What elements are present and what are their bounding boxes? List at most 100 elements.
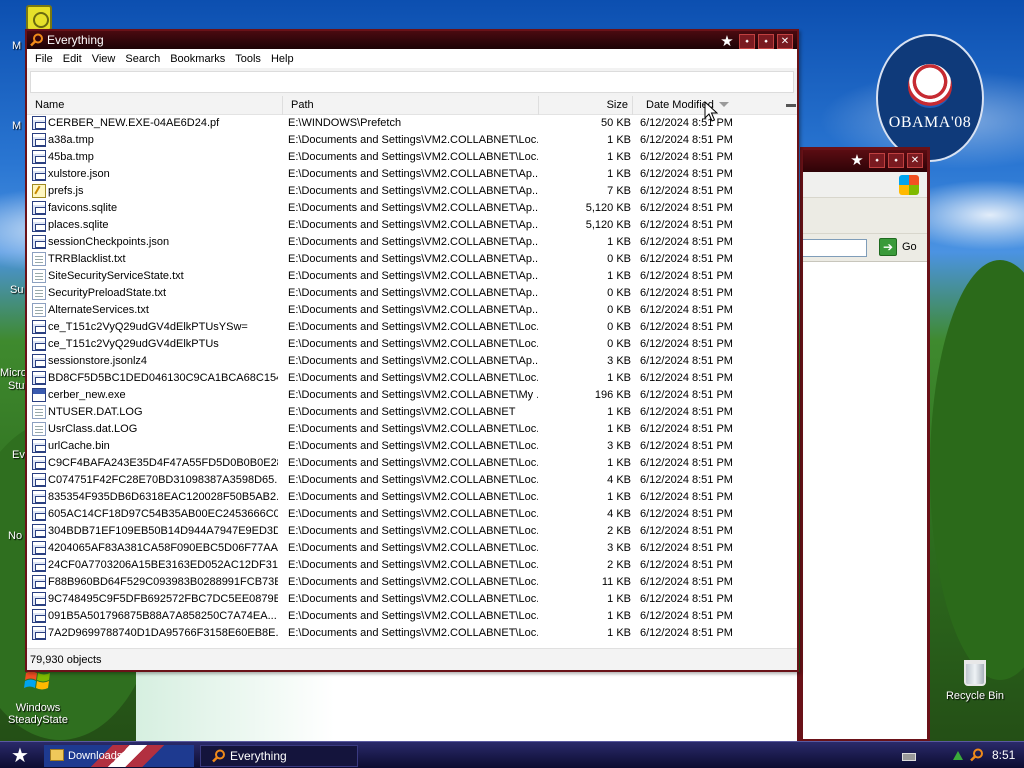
maximize-button[interactable]: ⬩ (758, 34, 774, 49)
results-list[interactable]: CERBER_NEW.EXE-04AE6D24.pf E:\WINDOWS\Pre… (27, 115, 783, 650)
file-name: 4204065AF83A381CA58F090EBC5D06F77AA... (48, 542, 278, 554)
menu-file[interactable]: File (31, 53, 59, 65)
background-browser-window[interactable]: ★ ⬩ ⬩ ✕ ➔ Go (800, 147, 930, 742)
magnifier-icon (30, 33, 43, 47)
date-modified: 6/12/2024 8:51 PM (640, 168, 733, 180)
menu-edit[interactable]: Edit (59, 53, 88, 65)
file-size: 1 KB (607, 236, 631, 248)
table-row[interactable]: TRRBlacklist.txt E:\Documents and Setting… (27, 251, 783, 268)
desktop-icon-label[interactable]: M (12, 120, 21, 132)
file-path: E:\Documents and Settings\VM2.COLLABNET\… (288, 491, 538, 503)
table-row[interactable]: ce_T151c2VyQ29udGV4dElkPTUsYSw= E:\Docume… (27, 319, 783, 336)
go-arrow-icon[interactable]: ➔ (879, 238, 897, 256)
system-tray: 8:51 PM (874, 742, 1024, 768)
file-name: 605AC14CF18D97C54B35AB00EC2453666C0... (48, 508, 278, 520)
desktop-icon-label[interactable]: Su (10, 284, 23, 296)
table-row[interactable]: a38a.tmp E:\Documents and Settings\VM2.CO… (27, 132, 783, 149)
table-row[interactable]: SecurityPreloadState.txt E:\Documents and… (27, 285, 783, 302)
table-row[interactable]: 9C748495C9F5DFB692572FBC7DC5EE0879B... E:… (27, 591, 783, 608)
table-row[interactable]: AlternateServices.txt E:\Documents and Se… (27, 302, 783, 319)
column-header-name[interactable]: Name (27, 96, 283, 115)
file-name: 24CF0A7703206A15BE3163ED052AC12DF31... (48, 559, 278, 571)
desktop-icon-label[interactable]: Ev (12, 449, 25, 461)
file-size: 3 KB (607, 542, 631, 554)
file-name: SiteSecurityServiceState.txt (48, 270, 184, 282)
minimize-button[interactable]: ⬩ (739, 34, 755, 49)
maximize-button[interactable]: ⬩ (888, 153, 904, 168)
column-header-path[interactable]: Path (283, 96, 539, 115)
table-row[interactable]: CERBER_NEW.EXE-04AE6D24.pf E:\WINDOWS\Pre… (27, 115, 783, 132)
menu-view[interactable]: View (88, 53, 122, 65)
scrollbar-grip[interactable] (786, 104, 796, 107)
desktop-icon-label[interactable]: Stu (8, 380, 25, 392)
table-row[interactable]: sessionCheckpoints.json E:\Documents and … (27, 234, 783, 251)
window-title-bar[interactable]: ★ ⬩ ⬩ ✕ (803, 150, 927, 172)
table-row[interactable]: cerber_new.exe E:\Documents and Settings\… (27, 387, 783, 404)
table-row[interactable]: places.sqlite E:\Documents and Settings\V… (27, 217, 783, 234)
desktop-icon-label[interactable]: No (8, 530, 22, 542)
keyboard-icon[interactable] (902, 753, 916, 761)
search-input[interactable] (30, 71, 794, 93)
date-modified: 6/12/2024 8:51 PM (640, 270, 733, 282)
table-row[interactable]: 605AC14CF18D97C54B35AB00EC2453666C0... E:… (27, 506, 783, 523)
close-button[interactable]: ✕ (777, 34, 793, 49)
desktop-icon-recycle-bin[interactable]: Recycle Bin (940, 660, 1010, 702)
menu-help[interactable]: Help (267, 53, 300, 65)
minimize-button[interactable]: ⬩ (869, 153, 885, 168)
go-button[interactable]: Go (902, 241, 917, 253)
desktop-icon-label[interactable]: M (12, 40, 21, 52)
desktop-icon-label[interactable]: Micro (0, 367, 27, 379)
file-size: 0 KB (607, 321, 631, 333)
window-title-bar[interactable]: Everything ★ ⬩ ⬩ ✕ (27, 31, 797, 49)
table-row[interactable]: BD8CF5D5BC1DED046130C9CA1BCA68C154... E:\… (27, 370, 783, 387)
address-input[interactable] (803, 239, 867, 257)
table-row[interactable]: 24CF0A7703206A15BE3163ED052AC12DF31... E:… (27, 557, 783, 574)
table-row[interactable]: 835354F935DB6D6318EAC120028F50B5AB2... E:… (27, 489, 783, 506)
table-row[interactable]: prefs.js E:\Documents and Settings\VM2.CO… (27, 183, 783, 200)
table-row[interactable]: 4204065AF83A381CA58F090EBC5D06F77AA... E:… (27, 540, 783, 557)
star-icon[interactable]: ★ (718, 34, 736, 49)
table-row[interactable]: xulstore.json E:\Documents and Settings\V… (27, 166, 783, 183)
menu-bookmarks[interactable]: Bookmarks (166, 53, 231, 65)
taskbar-button-downloads[interactable]: Downloads (44, 745, 194, 767)
taskbar-button-everything[interactable]: Everything (200, 745, 358, 767)
file-path: E:\Documents and Settings\VM2.COLLABNET\… (288, 151, 538, 163)
table-row[interactable]: sessionstore.jsonlz4 E:\Documents and Set… (27, 353, 783, 370)
menu-tools[interactable]: Tools (231, 53, 267, 65)
campaign-badge: OBAMA'08 (876, 34, 984, 162)
table-row[interactable]: NTUSER.DAT.LOG E:\Documents and Settings\… (27, 404, 783, 421)
file-name: F88B960BD64F529C093983B0288991FCB73E... (48, 576, 278, 588)
system-file-icon (32, 490, 46, 504)
table-row[interactable]: 7A2D9699788740D1DA95766F3158E60EB8E... E:… (27, 625, 783, 642)
file-size: 196 KB (594, 389, 631, 401)
table-row[interactable]: C9CF4BAFA243E35D4F47A55FD5D0B0B0E28... E:… (27, 455, 783, 472)
start-button[interactable]: ★ (0, 742, 40, 768)
file-size: 1 KB (607, 270, 631, 282)
table-row[interactable]: ce_T151c2VyQ29udGV4dElkPTUs E:\Documents … (27, 336, 783, 353)
star-icon[interactable]: ★ (848, 153, 866, 168)
close-button[interactable]: ✕ (907, 153, 923, 168)
file-path: E:\Documents and Settings\VM2.COLLABNET\… (288, 525, 538, 537)
file-name: a38a.tmp (48, 134, 94, 146)
desktop-icon-windows-steadystate[interactable]: Windows SteadyState (3, 667, 73, 726)
tray-app-icon[interactable] (26, 5, 52, 31)
table-row[interactable]: C074751F42FC28E70BD31098387A3598D65... E:… (27, 472, 783, 489)
menu-search[interactable]: Search (121, 53, 166, 65)
system-file-icon (32, 320, 46, 334)
everything-window[interactable]: Everything ★ ⬩ ⬩ ✕ File Edit View Search… (25, 29, 799, 672)
table-row[interactable]: 091B5A501796875B88A7A858250C7A74EA... E:\… (27, 608, 783, 625)
vertical-scrollbar[interactable] (783, 115, 797, 650)
magnifier-icon[interactable] (970, 748, 984, 762)
table-row[interactable]: 45ba.tmp E:\Documents and Settings\VM2.CO… (27, 149, 783, 166)
table-row[interactable]: UsrClass.dat.LOG E:\Documents and Setting… (27, 421, 783, 438)
column-header-size[interactable]: Size (539, 96, 633, 115)
table-row[interactable]: 304BDB71EF109EB50B14D944A7947E9ED3D... E:… (27, 523, 783, 540)
clock[interactable]: 8:51 PM (992, 742, 1024, 768)
table-row[interactable]: F88B960BD64F529C093983B0288991FCB73E... E… (27, 574, 783, 591)
table-row[interactable]: SiteSecurityServiceState.txt E:\Documents… (27, 268, 783, 285)
table-row[interactable]: favicons.sqlite E:\Documents and Settings… (27, 200, 783, 217)
file-name: 835354F935DB6D6318EAC120028F50B5AB2... (48, 491, 278, 503)
network-icon[interactable] (952, 749, 964, 761)
file-name: C9CF4BAFA243E35D4F47A55FD5D0B0B0E28... (48, 457, 278, 469)
table-row[interactable]: urlCache.bin E:\Documents and Settings\VM… (27, 438, 783, 455)
